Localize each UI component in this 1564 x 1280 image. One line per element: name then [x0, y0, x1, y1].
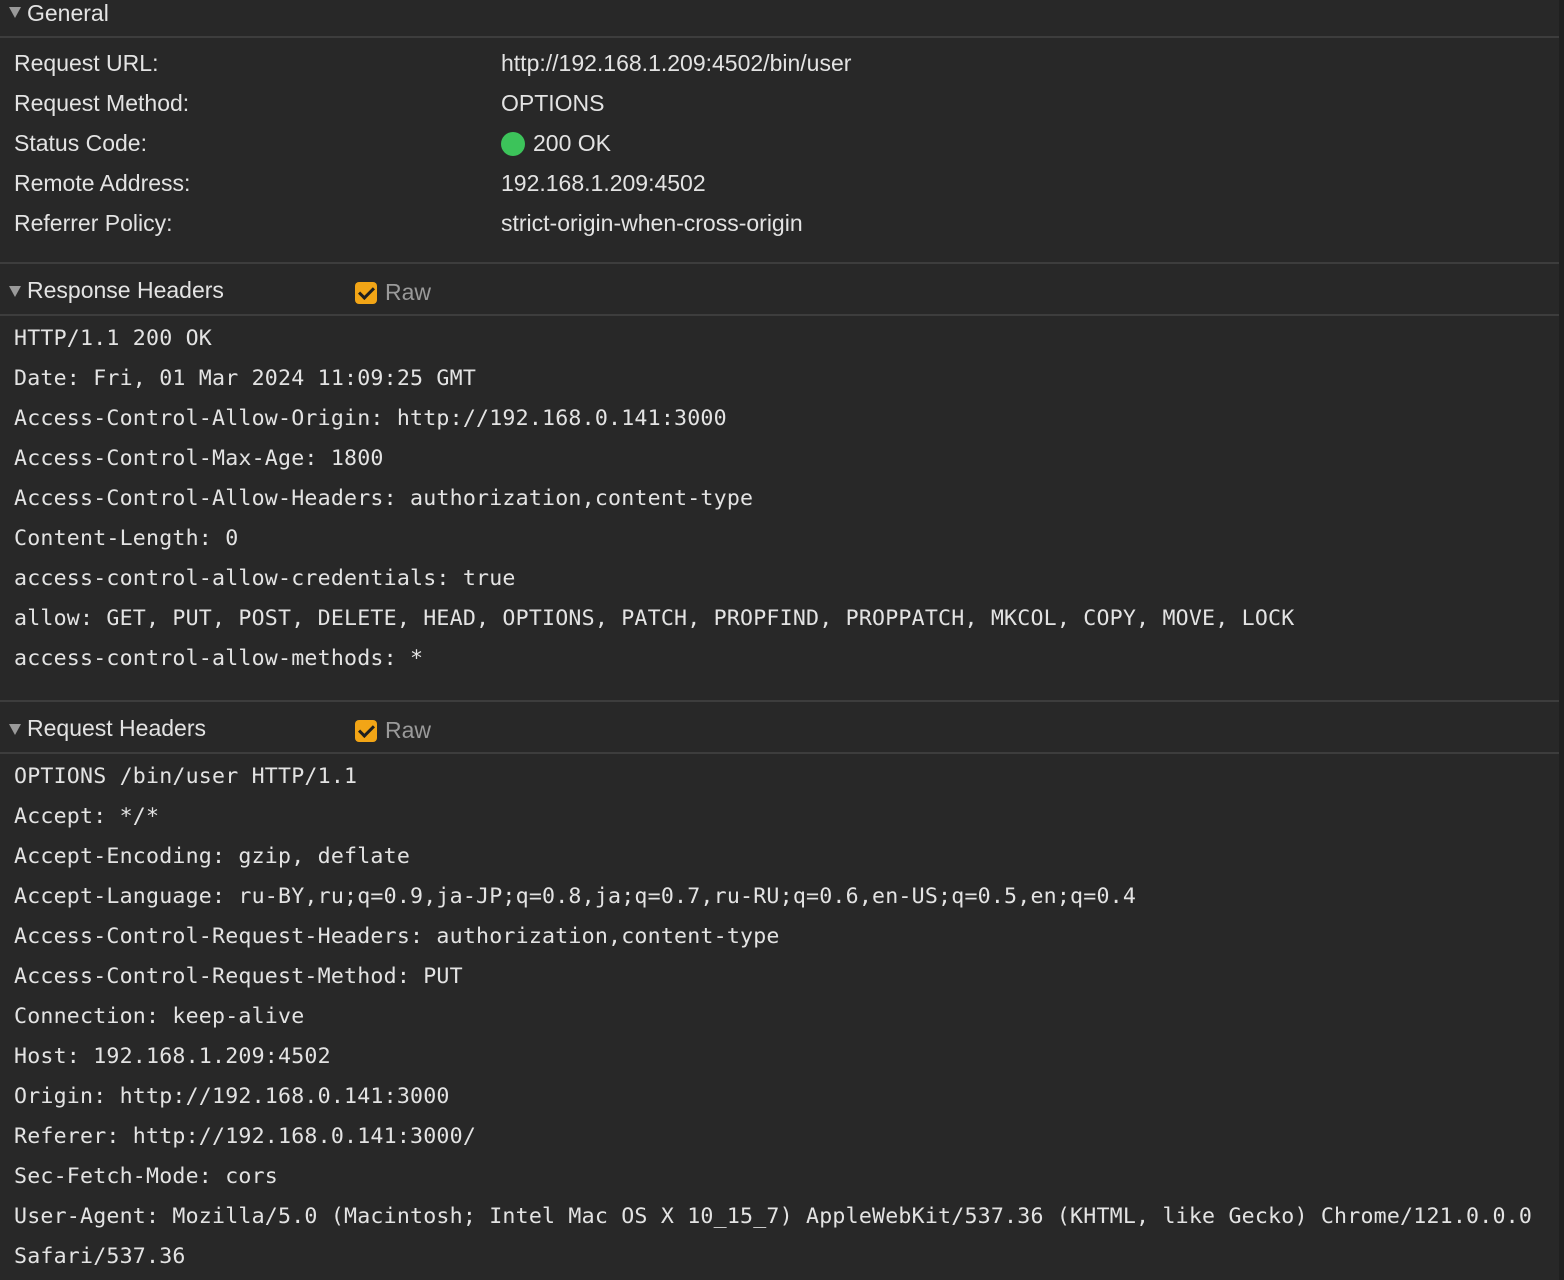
response-raw-toggle[interactable]: Raw [355, 279, 431, 306]
request-headers-title: Request Headers [27, 715, 206, 741]
request-raw-toggle[interactable]: Raw [355, 717, 431, 744]
response-header-line: Date: Fri, 01 Mar 2024 11:09:25 GMT [14, 366, 477, 391]
raw-checkbox-icon[interactable] [355, 281, 377, 304]
collapse-triangle-icon[interactable] [9, 7, 21, 18]
response-header-line: Access-Control-Allow-Headers: authorizat… [14, 486, 754, 511]
row-value: strict-origin-when-cross-origin [501, 210, 803, 236]
row-value: 200 OK [501, 130, 611, 157]
request-header-line: Accept-Language: ru-BY,ru;q=0.9,ja-JP;q=… [14, 884, 1137, 909]
request-header-line: Host: 192.168.1.209:4502 [14, 1044, 331, 1069]
status-ok-icon [501, 131, 525, 156]
general-header[interactable]: General [0, 0, 1564, 38]
raw-label: Raw [385, 717, 432, 743]
general-row-referrer-policy: Referrer Policy: strict-origin-when-cros… [0, 204, 1564, 244]
response-headers-header[interactable]: Response Headers Raw [0, 262, 1564, 316]
request-header-line: Access-Control-Request-Method: PUT [14, 964, 463, 989]
request-headers-header[interactable]: Request Headers Raw [0, 700, 1564, 754]
general-row-status-code: Status Code: 200 OK [0, 124, 1564, 164]
request-header-line: Origin: http://192.168.0.141:3000 [14, 1084, 450, 1109]
raw-label: Raw [385, 279, 432, 305]
request-header-line: User-Agent: Mozilla/5.0 (Macintosh; Inte… [14, 1204, 1533, 1229]
collapse-triangle-icon[interactable] [9, 724, 21, 735]
row-label: Request URL: [14, 50, 159, 76]
row-label: Referrer Policy: [14, 210, 173, 236]
row-label: Request Method: [14, 90, 190, 116]
request-header-line: Sec-Fetch-Mode: cors [14, 1164, 279, 1189]
general-row-request-url: Request URL: http://192.168.1.209:4502/b… [0, 44, 1564, 84]
response-header-line: Access-Control-Max-Age: 1800 [14, 446, 384, 471]
row-value: OPTIONS [501, 90, 605, 116]
response-header-line: HTTP/1.1 200 OK [14, 326, 213, 351]
request-header-line: OPTIONS /bin/user HTTP/1.1 [14, 764, 358, 789]
response-header-line: Content-Length: 0 [14, 526, 239, 551]
collapse-triangle-icon[interactable] [9, 286, 21, 297]
response-header-line: allow: GET, PUT, POST, DELETE, HEAD, OPT… [14, 606, 1295, 631]
response-header-line: Access-Control-Allow-Origin: http://192.… [14, 406, 727, 431]
scrollbar-track[interactable] [1559, 0, 1564, 1280]
request-header-line: Accept-Encoding: gzip, deflate [14, 844, 411, 869]
response-headers-title: Response Headers [27, 277, 224, 303]
general-title: General [27, 0, 109, 26]
request-header-line: Referer: http://192.168.0.141:3000/ [14, 1124, 477, 1149]
request-header-line: Safari/537.36 [14, 1244, 186, 1269]
row-value: 192.168.1.209:4502 [501, 170, 706, 196]
response-header-line: access-control-allow-credentials: true [14, 566, 516, 591]
row-value: http://192.168.1.209:4502/bin/user [501, 50, 852, 76]
status-text: 200 OK [533, 130, 611, 156]
raw-checkbox-icon[interactable] [355, 719, 377, 742]
request-header-line: Connection: keep-alive [14, 1004, 305, 1029]
row-label: Remote Address: [14, 170, 191, 196]
response-header-line: access-control-allow-methods: * [14, 646, 424, 671]
request-header-line: Accept: */* [14, 804, 160, 829]
request-header-line: Access-Control-Request-Headers: authoriz… [14, 924, 780, 949]
general-row-remote-address: Remote Address: 192.168.1.209:4502 [0, 164, 1564, 204]
row-label: Status Code: [14, 130, 147, 156]
general-row-request-method: Request Method: OPTIONS [0, 84, 1564, 124]
